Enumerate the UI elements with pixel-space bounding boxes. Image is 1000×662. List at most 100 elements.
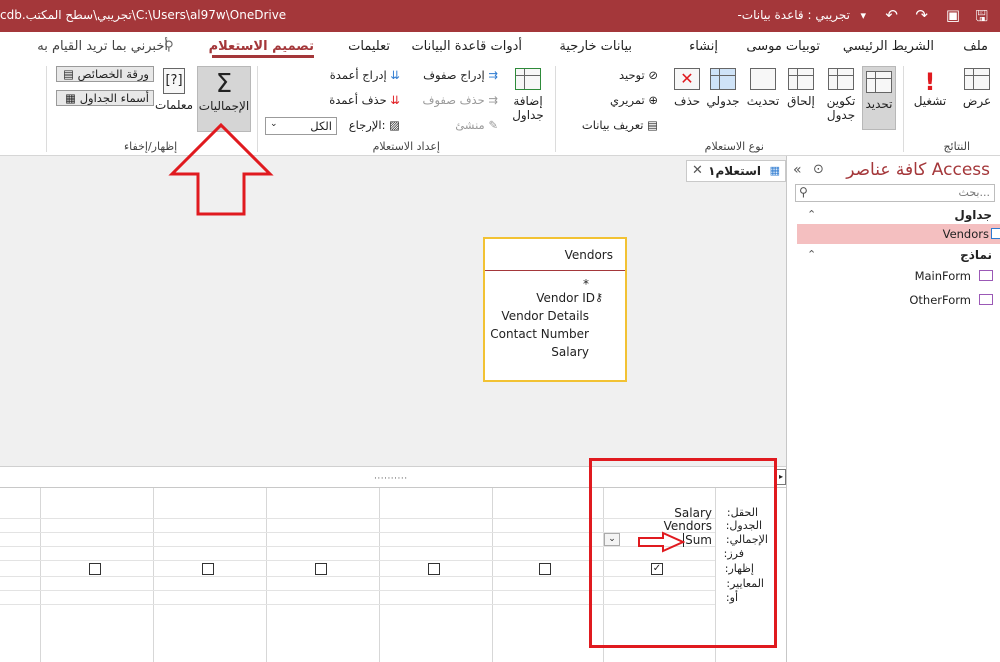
table-names-button[interactable]: ▦ أسماء الجداول [56, 90, 154, 106]
collapse-section-icon[interactable]: ⌃ [807, 248, 816, 261]
field-vendor-details[interactable]: Vendor Details [501, 309, 589, 323]
tab-home[interactable]: الشريط الرئيسي [843, 39, 934, 54]
group-separator [555, 66, 556, 152]
tab-custom[interactable]: توبيات موسى [746, 39, 820, 54]
show-checkbox[interactable] [202, 563, 214, 575]
search-icon: ⚲ [799, 185, 808, 199]
active-tab-indicator [212, 55, 314, 58]
insert-rows-button[interactable]: إدراج صفوف ⇉ [423, 68, 498, 82]
run-button[interactable]: ! تشغيل [910, 68, 950, 108]
vendors-field-list[interactable]: Vendors * Vendor ID ⚷ Vendor Details Con… [483, 237, 627, 382]
add-tables-icon [515, 68, 541, 90]
delete-rows-button: حذف صفوف ⇉ [422, 93, 498, 107]
ribbon-tabs: ملف الشريط الرئيسي توبيات موسى إنشاء بيا… [0, 32, 1000, 60]
group-separator [46, 66, 47, 152]
select-query-icon [866, 71, 892, 93]
query-tab-label: استعلام١ [708, 164, 761, 178]
delete-query-icon: ✕ [674, 68, 700, 90]
view-icon [964, 68, 990, 90]
primary-key-icon: ⚷ [594, 291, 603, 304]
field-salary[interactable]: Salary [551, 345, 589, 359]
tab-create[interactable]: إنشاء [689, 39, 718, 54]
nav-item-label: Vendors [942, 227, 989, 241]
return-select[interactable]: ⌄ الكل [265, 117, 337, 135]
pass-through-button[interactable]: تمريري ⊕ [610, 93, 658, 107]
field-contact-number[interactable]: Contact Number [490, 327, 589, 341]
return-label: الإرجاع: ▨ [348, 118, 400, 132]
delete-columns-button[interactable]: حذف أعمدة ⇊ [329, 93, 400, 107]
show-checkbox[interactable] [315, 563, 327, 575]
table-names-icon: ▦ [65, 91, 77, 105]
results-group-label: النتائج [943, 140, 970, 153]
grid-column-divider [492, 488, 493, 662]
nav-item-mainform[interactable]: MainForm [797, 266, 1000, 286]
sigma-icon: Σ [215, 69, 233, 99]
data-definition-button[interactable]: تعريف بيانات ▤ [582, 118, 658, 132]
make-table-button[interactable]: تكوين جدول [824, 68, 858, 122]
grid-column-divider [153, 488, 154, 662]
append-button[interactable]: إلحاق [786, 68, 816, 108]
field-list-header[interactable]: Vendors [485, 239, 625, 271]
builder-icon: ✎ [488, 118, 498, 132]
grid-column-divider [40, 488, 41, 662]
nav-search-input[interactable]: بحث... ⚲ [795, 184, 995, 202]
globe-icon: ⊕ [648, 93, 658, 107]
field-vendor-id[interactable]: Vendor ID [536, 291, 595, 305]
tab-query-design[interactable]: تصميم الاستعلام [209, 39, 314, 54]
insert-columns-button[interactable]: إدراج أعمدة ⇊ [330, 68, 400, 82]
property-sheet-button[interactable]: ▤ ورقة الخصائص [56, 66, 154, 82]
navigation-pane: « ⊙ كافة عناصر Access بحث... ⚲ جداول ⌃ V… [786, 156, 1000, 662]
undo-icon[interactable]: ↶ [885, 6, 898, 24]
collapse-section-icon[interactable]: ⌃ [807, 208, 816, 221]
show-checkbox[interactable] [539, 563, 551, 575]
update-button[interactable]: تحديث [746, 68, 780, 108]
append-icon [788, 68, 814, 90]
crosstab-icon [710, 68, 736, 90]
union-icon: ⊘ [648, 68, 658, 82]
annotation-highlight-box [589, 458, 777, 648]
builder-button: منشئ ✎ [455, 118, 498, 132]
save-icon[interactable]: 🖫 [975, 6, 988, 31]
tab-file[interactable]: ملف [963, 39, 988, 54]
nav-item-otherform[interactable]: OtherForm [797, 290, 1000, 310]
delete-query-button[interactable]: ✕ حذف [674, 68, 700, 108]
tab-help[interactable]: تعليمات [348, 39, 390, 54]
query-design-canvas[interactable] [0, 156, 786, 466]
scroll-right-button[interactable]: ▸ [776, 469, 786, 485]
field-all[interactable]: * [583, 277, 589, 291]
close-icon[interactable]: ✕ [692, 163, 703, 178]
query-document-tab[interactable]: ✕ استعلام١ ▦ [686, 160, 786, 182]
customize-dropdown-icon[interactable]: ▾ [860, 9, 866, 22]
parameters-button[interactable]: [?] معلمات [154, 68, 194, 112]
return-icon: ▨ [389, 118, 400, 132]
run-icon: ! [924, 68, 936, 96]
tell-me-search[interactable]: أخبرني بما تريد القيام به [37, 39, 168, 54]
nav-section-forms[interactable]: نماذج [960, 248, 992, 262]
select-query-button[interactable]: تحديد [862, 66, 896, 130]
grid-column-divider [379, 488, 380, 662]
crosstab-button[interactable]: جدولي [706, 68, 740, 108]
ribbon: عرض ! تشغيل النتائج تحديد تكوين جدول إلح… [0, 60, 1000, 156]
layout-icon[interactable]: ▣ [946, 6, 960, 24]
show-checkbox[interactable] [428, 563, 440, 575]
tab-external-data[interactable]: بيانات خارجية [559, 39, 632, 54]
nav-pane-title[interactable]: كافة عناصر Access [846, 160, 990, 180]
redo-icon[interactable]: ↷ [915, 6, 928, 24]
collapse-pane-icon[interactable]: « [793, 162, 802, 178]
table-icon [991, 228, 1000, 239]
nav-section-tables[interactable]: جداول [954, 208, 992, 222]
delete-rows-icon: ⇉ [488, 93, 498, 107]
search-icon: ⚲ [164, 39, 174, 54]
file-path: cdb.تجريبي\سطح المكتب\C:\Users\al97w\One… [0, 8, 287, 22]
grid-column-divider [266, 488, 267, 662]
form-icon [979, 270, 993, 281]
show-checkbox[interactable] [89, 563, 101, 575]
tab-database-tools[interactable]: أدوات قاعدة البيانات [411, 39, 522, 54]
add-tables-button[interactable]: إضافة جداول [508, 68, 548, 122]
title-bar: cdb.تجريبي\سطح المكتب\C:\Users\al97w\One… [0, 0, 1000, 32]
nav-item-vendors[interactable]: Vendors [797, 224, 1000, 244]
union-button[interactable]: توحيد ⊘ [619, 68, 658, 82]
nav-menu-chevron-icon[interactable]: ⊙ [813, 162, 824, 177]
view-button[interactable]: عرض [960, 68, 994, 108]
splitter-handle[interactable]: ·········· [374, 474, 408, 484]
